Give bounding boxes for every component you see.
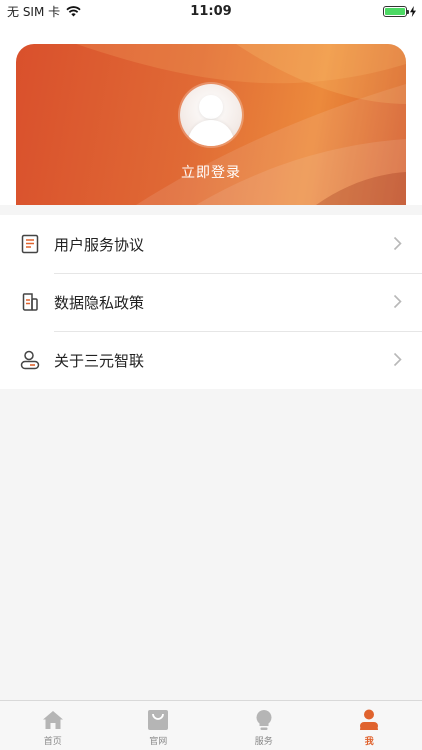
tab-label: 官网 xyxy=(149,737,168,747)
tab-website[interactable]: 官网 xyxy=(106,701,212,750)
status-right xyxy=(383,5,416,17)
avatar-head-shape xyxy=(199,95,223,119)
privacy-document-icon xyxy=(20,292,40,312)
charging-bolt-icon xyxy=(410,5,416,17)
chevron-right-icon xyxy=(393,236,402,251)
battery-icon xyxy=(383,5,409,17)
home-icon xyxy=(42,709,64,731)
avatar[interactable] xyxy=(180,84,242,146)
menu-item-label: 用户服务协议 xyxy=(54,235,145,254)
bottom-tab-bar: 首页 官网 服务 我 xyxy=(0,700,422,750)
menu-item-privacy-policy[interactable]: 数据隐私政策 xyxy=(0,273,422,331)
settings-menu: 用户服务协议 数据隐私政策 关于三元智联 xyxy=(0,215,422,389)
menu-item-label: 关于三元智联 xyxy=(54,351,145,370)
menu-item-user-agreement[interactable]: 用户服务协议 xyxy=(0,215,422,273)
chevron-right-icon xyxy=(393,294,402,309)
tab-me[interactable]: 我 xyxy=(317,701,422,750)
wifi-icon xyxy=(66,5,81,16)
status-left: 无 SIM 卡 xyxy=(7,3,81,20)
tab-home[interactable]: 首页 xyxy=(0,701,106,750)
tab-label: 服务 xyxy=(254,737,273,747)
carrier-text: 无 SIM 卡 xyxy=(7,4,61,19)
avatar-body-shape xyxy=(188,120,234,146)
tab-service[interactable]: 服务 xyxy=(211,701,317,750)
login-link[interactable]: 立即登录 xyxy=(16,162,406,182)
chevron-right-icon xyxy=(393,352,402,367)
tab-label: 首页 xyxy=(43,737,62,747)
document-list-icon xyxy=(20,234,40,254)
menu-item-label: 数据隐私政策 xyxy=(54,293,145,312)
profile-card[interactable]: 立即登录 xyxy=(16,44,406,205)
person-icon xyxy=(358,709,380,731)
shopping-bag-icon xyxy=(147,709,169,731)
menu-item-about[interactable]: 关于三元智联 xyxy=(0,331,422,389)
status-bar: 无 SIM 卡 11:09 xyxy=(0,0,422,22)
lightbulb-icon xyxy=(253,709,275,731)
user-info-icon xyxy=(20,350,40,370)
tab-label: 我 xyxy=(364,737,374,747)
